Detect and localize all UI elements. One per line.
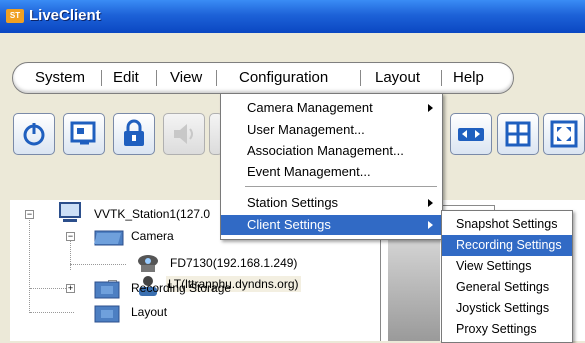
tree-camera1-label[interactable]: FD7130(192.168.1.249) xyxy=(170,256,297,270)
tree-line xyxy=(29,217,30,313)
menu-item-user-management[interactable]: User Management... xyxy=(221,120,442,140)
menu-separator xyxy=(216,70,217,86)
tree-station-label[interactable]: VVTK_Station1(127.0 xyxy=(94,207,210,221)
tree-layout-label[interactable]: Layout xyxy=(131,305,167,319)
camera-folder-collapse-toggle[interactable]: − xyxy=(66,232,75,241)
speaker-icon xyxy=(174,124,193,144)
title-bar: ST LiveClient xyxy=(0,0,585,33)
computer-icon xyxy=(59,202,81,222)
menu-separator xyxy=(360,70,361,86)
menu-item-association-management[interactable]: Association Management... xyxy=(221,141,442,161)
swap-icon xyxy=(458,128,484,141)
speaker-button[interactable] xyxy=(163,113,205,155)
video-preview xyxy=(388,233,440,341)
monitor-icon xyxy=(70,121,96,145)
menu-item-station-settings[interactable]: Station Settings xyxy=(221,193,442,213)
layout-folder-icon xyxy=(94,305,120,323)
power-button[interactable] xyxy=(13,113,55,155)
menu-layout[interactable]: Layout xyxy=(375,68,420,88)
submenu-item-proxy-settings[interactable]: Proxy Settings xyxy=(442,319,572,340)
submenu-arrow-icon xyxy=(428,221,433,229)
lock-icon xyxy=(124,119,144,146)
tree-camera-folder-label[interactable]: Camera xyxy=(131,229,174,243)
fullscreen-icon xyxy=(550,120,578,148)
menu-item-label: User Management... xyxy=(247,122,365,137)
menu-separator xyxy=(156,70,157,86)
menu-item-label: Association Management... xyxy=(247,143,404,158)
monitor-button[interactable] xyxy=(63,113,105,155)
submenu-item-snapshot-settings[interactable]: Snapshot Settings xyxy=(442,214,572,235)
menu-item-client-settings[interactable]: Client Settings xyxy=(221,215,442,235)
submenu-item-recording-settings[interactable]: Recording Settings xyxy=(442,235,572,256)
menu-item-label: Camera Management xyxy=(247,100,373,115)
menu-item-event-management[interactable]: Event Management... xyxy=(221,162,442,182)
menu-bar: System Edit View Configuration Layout He… xyxy=(12,62,514,94)
submenu-item-view-settings[interactable]: View Settings xyxy=(442,256,572,277)
menu-item-label: Event Management... xyxy=(247,164,371,179)
window-title: LiveClient xyxy=(29,7,101,24)
submenu-item-general-settings[interactable]: General Settings xyxy=(442,277,572,298)
configuration-menu: Camera Management User Management... Ass… xyxy=(220,93,443,240)
menu-view[interactable]: View xyxy=(170,68,202,88)
app-icon: ST xyxy=(6,9,24,23)
recording-storage-expand-toggle[interactable]: + xyxy=(66,284,75,293)
submenu-arrow-icon xyxy=(428,104,433,112)
menu-separator xyxy=(101,70,102,86)
swap-button[interactable] xyxy=(450,113,492,155)
menu-help[interactable]: Help xyxy=(453,68,484,88)
folder-icon xyxy=(94,230,124,246)
menu-system[interactable]: System xyxy=(35,68,85,88)
menu-item-label: Client Settings xyxy=(247,217,331,232)
submenu-item-joystick-settings[interactable]: Joystick Settings xyxy=(442,298,572,319)
tree-line xyxy=(70,264,126,265)
menu-item-label: Station Settings xyxy=(247,195,339,210)
tree-line xyxy=(30,312,74,313)
fullscreen-button[interactable] xyxy=(543,113,585,155)
menu-configuration[interactable]: Configuration xyxy=(239,68,328,88)
client-settings-submenu: Snapshot Settings Recording Settings Vie… xyxy=(441,210,573,343)
lock-button[interactable] xyxy=(113,113,155,155)
menu-item-camera-management[interactable]: Camera Management xyxy=(221,98,442,118)
storage-folder-icon xyxy=(94,281,120,299)
menu-separator xyxy=(441,70,442,86)
grid-layout-icon xyxy=(505,121,531,147)
tree-recording-storage-label[interactable]: Recording Storage xyxy=(131,281,231,295)
menu-separator xyxy=(245,186,437,187)
grid-layout-button[interactable] xyxy=(497,113,539,155)
submenu-arrow-icon xyxy=(428,199,433,207)
station-collapse-toggle[interactable]: − xyxy=(25,210,34,219)
menu-edit[interactable]: Edit xyxy=(113,68,139,88)
camera-icon xyxy=(138,255,158,272)
power-icon xyxy=(23,123,45,146)
